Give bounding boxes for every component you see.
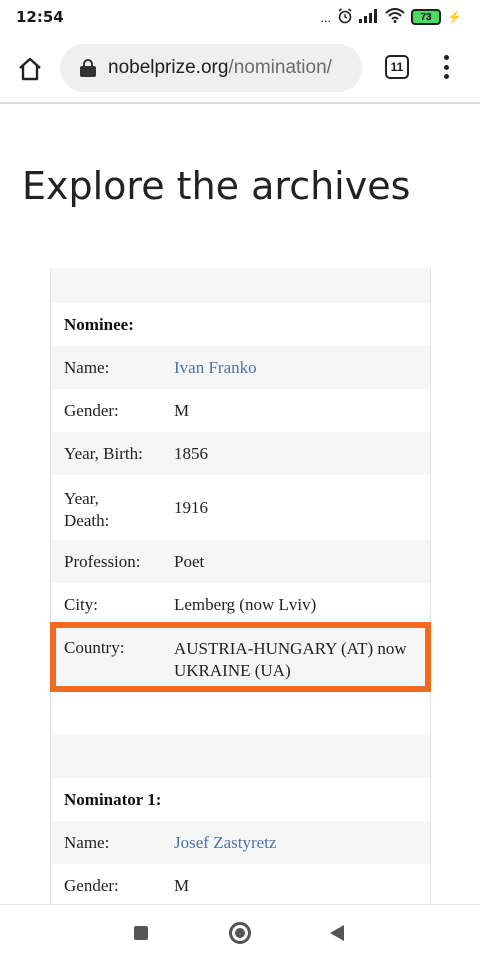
menu-dot (443, 74, 449, 79)
menu-dot (443, 55, 449, 60)
field-label-line: Death: (64, 511, 110, 530)
url-host: nobelprize.org (108, 57, 229, 78)
nominator-name-link[interactable]: Josef Zastyretz (174, 833, 276, 853)
field-label: Name: (64, 357, 110, 377)
field-label: Year, Death: (64, 488, 109, 532)
field-label-line: Year, (64, 489, 99, 508)
menu-dot (443, 64, 449, 70)
field-label: Year, Birth: (64, 443, 143, 463)
home-button[interactable] (14, 53, 46, 85)
field-label: City: (64, 594, 99, 614)
table-row: Year, Birth: 1856 (51, 432, 430, 475)
url-path: /nomination/ (228, 57, 332, 78)
field-label: Gender: (64, 875, 119, 895)
table-row: Name: Ivan Franko (51, 346, 430, 389)
nominee-heading-row: Nominee: (51, 303, 430, 346)
field-value: Poet (174, 551, 205, 571)
field-label: Gender: (64, 400, 119, 420)
table-row: Profession: Poet (51, 540, 430, 583)
nominee-heading: Nominee: (64, 314, 134, 334)
more-notifications-icon: ... (320, 9, 332, 25)
nominee-name-link[interactable]: Ivan Franko (174, 358, 257, 378)
system-nav-bar (0, 904, 480, 960)
more-menu-button[interactable] (440, 52, 452, 82)
field-value: 1916 (174, 497, 208, 517)
table-row: Year, Death: 1916 (51, 475, 430, 540)
page-title: Explore the archives (22, 164, 411, 208)
table-row: Name: Josef Zastyretz (51, 821, 430, 864)
wifi-icon (385, 8, 405, 26)
browser-toolbar: nobelprize.org/nomination/ 11 (0, 38, 480, 100)
table-row: Gender: M (51, 864, 430, 907)
spacer-row (51, 692, 430, 735)
home-nav-button[interactable] (229, 922, 251, 944)
back-button[interactable] (330, 925, 344, 941)
toolbar-divider (0, 102, 480, 104)
highlight-box (50, 622, 431, 692)
status-bar: 12:54 ... 73 ⚡ (0, 0, 480, 34)
status-icons: ... 73 ⚡ (320, 7, 462, 27)
url-text: nobelprize.org/nomination/ (108, 57, 332, 79)
nominator-heading: Nominator 1: (64, 789, 162, 809)
field-value: Lemberg (now Lviv) (174, 594, 317, 614)
status-time: 12:54 (16, 8, 64, 26)
spacer-row (51, 735, 430, 778)
lock-icon (80, 59, 96, 77)
tab-switcher-button[interactable]: 11 (385, 55, 409, 79)
nomination-card: Nominee: Name: Ivan Franko Gender: M Yea… (50, 268, 431, 908)
table-row: Gender: M (51, 389, 430, 432)
field-label: Name: (64, 832, 110, 852)
battery-icon: 73 (411, 9, 442, 25)
recents-button[interactable] (134, 926, 148, 940)
field-value: M (174, 875, 190, 895)
address-bar[interactable]: nobelprize.org/nomination/ (60, 44, 362, 92)
field-value: 1856 (174, 443, 208, 463)
alarm-icon (337, 7, 353, 27)
nominator-heading-row: Nominator 1: (51, 778, 430, 821)
home-icon (19, 57, 41, 81)
signal-icon (359, 8, 379, 26)
home-nav-icon (235, 928, 245, 938)
spacer-row (51, 268, 430, 303)
table-row: City: Lemberg (now Lviv) (51, 583, 430, 626)
field-label: Profession: (64, 551, 141, 571)
field-value: M (174, 400, 190, 420)
charging-icon: ⚡ (447, 10, 462, 24)
